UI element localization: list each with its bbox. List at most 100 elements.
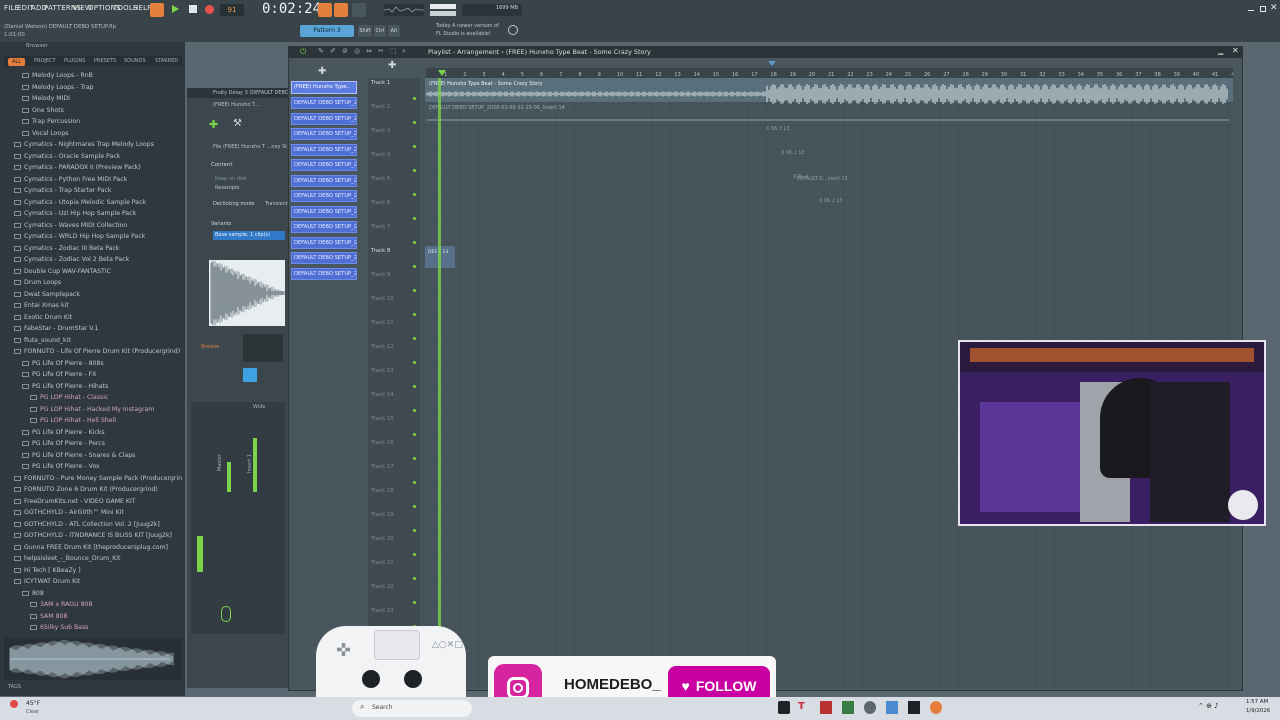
browser-item[interactable]: Cymatics - Zodiac Vol 2 Beta Pack (14, 254, 182, 265)
track-mute-led[interactable] (413, 361, 416, 364)
tab-plugins[interactable]: PLUGINS (64, 58, 85, 64)
track-header[interactable]: Track 20 (371, 536, 394, 542)
route-knob[interactable] (221, 606, 231, 622)
browser-item[interactable]: Cymatics - Oracle Sample Pack (14, 151, 182, 162)
browser-item[interactable]: Cymatics - Trap Starter Pack (14, 185, 182, 196)
track-mute-led[interactable] (413, 385, 416, 388)
browser-item[interactable]: Melody Loops - Trap (22, 82, 190, 93)
track-header[interactable]: Track 8 (371, 248, 390, 254)
browser-item[interactable]: PG Life Of Pierre - Percs (22, 438, 190, 449)
track-header[interactable]: Track 7 (371, 224, 390, 230)
track-header[interactable]: Track 12 (371, 344, 394, 350)
menu-help[interactable]: HELP (133, 4, 152, 12)
browser-item[interactable]: Cymatics - Utopia Melodic Sample Pack (14, 197, 182, 208)
settings-icon[interactable] (864, 701, 876, 714)
playlist-close-icon[interactable]: ✕ (1232, 46, 1239, 55)
play-icon[interactable] (172, 5, 179, 13)
picker-clip[interactable]: DEFAULT DEBO SETUP_202.. (291, 159, 357, 171)
track-mute-led[interactable] (413, 193, 416, 196)
track-mute-led[interactable] (413, 457, 416, 460)
loop-marker[interactable] (768, 61, 776, 66)
picker-clip[interactable]: DEFAULT DEBO SETUP_202.. (291, 112, 357, 125)
picker-clip[interactable]: DEFAULT DEBO SETUP_202.. (291, 236, 357, 249)
browser-item[interactable]: Cymatics - Waves MIDI Collection (14, 220, 182, 231)
track-header[interactable]: Track 13 (371, 368, 394, 374)
picker-clip[interactable]: DEFAULT DEBO SETUP_202.. (291, 174, 357, 187)
track-mute-led[interactable] (413, 337, 416, 340)
track-header[interactable]: Track 23 (371, 608, 394, 614)
timeline-ruler[interactable]: 1 2 3 4 5 6 7 8 9 10 11 12 13 14 15 16 17 18 19 20 21 22 23 24 2… (426, 68, 1238, 78)
browser-item[interactable]: FreeDrumKits.net - VIDEO GAME KIT (14, 496, 182, 507)
track-mute-led[interactable] (413, 265, 416, 268)
browser-item[interactable]: PG Life Of Pierre - Vox (22, 461, 190, 472)
browser-item[interactable]: FabeStar - DrumStar V.1 (14, 323, 182, 334)
bpm-display[interactable]: 91 (220, 4, 244, 16)
browser-item[interactable]: Cymatics - Zodiac III Beta Pack (14, 243, 182, 254)
track-header[interactable]: Track 16 (371, 440, 394, 446)
track-header[interactable]: Track 4 (371, 152, 390, 158)
browser-item[interactable]: Hi Tech [ KBeaZy ] (14, 565, 182, 576)
mute-tool-icon[interactable]: ◎ (354, 47, 360, 55)
browser-item[interactable]: One Shots (22, 105, 190, 116)
snap-icon[interactable]: ✚ (388, 60, 396, 71)
keep-on-disk-option[interactable]: Keep on disk (215, 176, 247, 182)
playhead[interactable] (438, 78, 441, 688)
file-field[interactable]: File (FREE) Hunxho T ...nxy St (213, 144, 287, 150)
tiktok-icon[interactable] (778, 701, 790, 714)
track-mute-led[interactable] (413, 121, 416, 124)
browser-item[interactable]: GOTHCHYLD - AirG0th™ Mini Kit (14, 507, 182, 518)
variant-item[interactable]: Base sample, 1 clip(s) (213, 231, 285, 240)
track-mute-led[interactable] (413, 433, 416, 436)
track-header[interactable]: Track 11 (371, 320, 394, 326)
browser-item[interactable]: Vocal Loops (22, 128, 190, 139)
loop-record-button[interactable] (352, 3, 366, 17)
track-mute-led[interactable] (413, 601, 416, 604)
browse-button[interactable]: Browse (201, 344, 219, 350)
ctrl-button[interactable]: Ctrl (374, 25, 386, 37)
playlist-minimize-icon[interactable]: ▁ (1218, 47, 1223, 55)
browser-item[interactable]: FORNUTO - Life Of Pierre Drum Kit (Produ… (14, 346, 182, 357)
update-icon[interactable] (508, 25, 518, 35)
time-display[interactable]: 0:02:24 (262, 1, 321, 19)
draw-tool-icon[interactable]: ✎ (318, 47, 324, 55)
picker-audio-clip[interactable]: (FREE) Hunxho Type.. (291, 81, 357, 94)
fl-studio-icon[interactable] (930, 701, 942, 714)
taskbar-search[interactable]: ⌕ Search (352, 700, 472, 717)
track-mute-led[interactable] (413, 529, 416, 532)
browser-item[interactable]: Drum Loops (14, 277, 182, 288)
track-header[interactable]: Track 2 (371, 104, 390, 110)
terminal-app-icon[interactable] (908, 701, 920, 714)
picker-clip[interactable]: DEFAULT DEBO SETUP_202.. (291, 205, 357, 218)
track-header[interactable]: Track 1 (371, 80, 390, 86)
delete-tool-icon[interactable]: ⊘ (342, 47, 348, 55)
pattern-song-toggle[interactable] (150, 3, 164, 17)
browser-item[interactable]: PG Life Of Pierre - Hihats (22, 381, 190, 392)
sample-icon[interactable]: ✚ (209, 118, 221, 131)
tab-project[interactable]: PROJECT (34, 58, 56, 64)
track-mute-led[interactable] (413, 289, 416, 292)
track-mute-led[interactable] (413, 577, 416, 580)
browser-item[interactable]: PG Life Of Pierre - Snares & Claps (22, 450, 190, 461)
browser-item[interactable]: Trap Percussion (22, 116, 190, 127)
browser-item[interactable]: PG LOP Hihat - Hacked My Instagram (30, 404, 198, 415)
sheet-app-icon[interactable] (842, 701, 854, 714)
master-pitch-slider[interactable] (430, 11, 456, 16)
record-icon[interactable] (205, 5, 214, 14)
browser-item[interactable]: 3AM x RAGU 808 (30, 599, 198, 610)
browser-item[interactable]: Exotic Drum Kit (14, 312, 182, 323)
browser-item[interactable]: 6Silky Sub Bass (30, 622, 198, 633)
tab-presets[interactable]: PRESETS (94, 58, 116, 64)
track-mute-led[interactable] (413, 169, 416, 172)
slice-tool-icon[interactable]: ✂ (378, 47, 384, 55)
track-header[interactable]: Track 17 (371, 464, 394, 470)
track-header[interactable]: Track 10 (371, 296, 394, 302)
pattern-selector[interactable]: Pattern 3 (300, 25, 354, 37)
track-header[interactable]: Track 15 (371, 416, 394, 422)
browser-item[interactable]: SAM 808 (30, 611, 198, 622)
text-app-icon[interactable]: T (798, 701, 810, 714)
countdown-button[interactable] (334, 3, 348, 17)
browser-item[interactable]: Cymatics - Uzi Hip Hop Sample Pack (14, 208, 182, 219)
picker-clip[interactable]: DEFAULT DEBO SETUP_202.. (291, 128, 357, 140)
browser-item[interactable]: Cymatics - WRLD Hip Hop Sample Pack (14, 231, 182, 242)
browser-item[interactable]: helpsisleet_-_Bounce_Drum_Kit (14, 553, 182, 564)
